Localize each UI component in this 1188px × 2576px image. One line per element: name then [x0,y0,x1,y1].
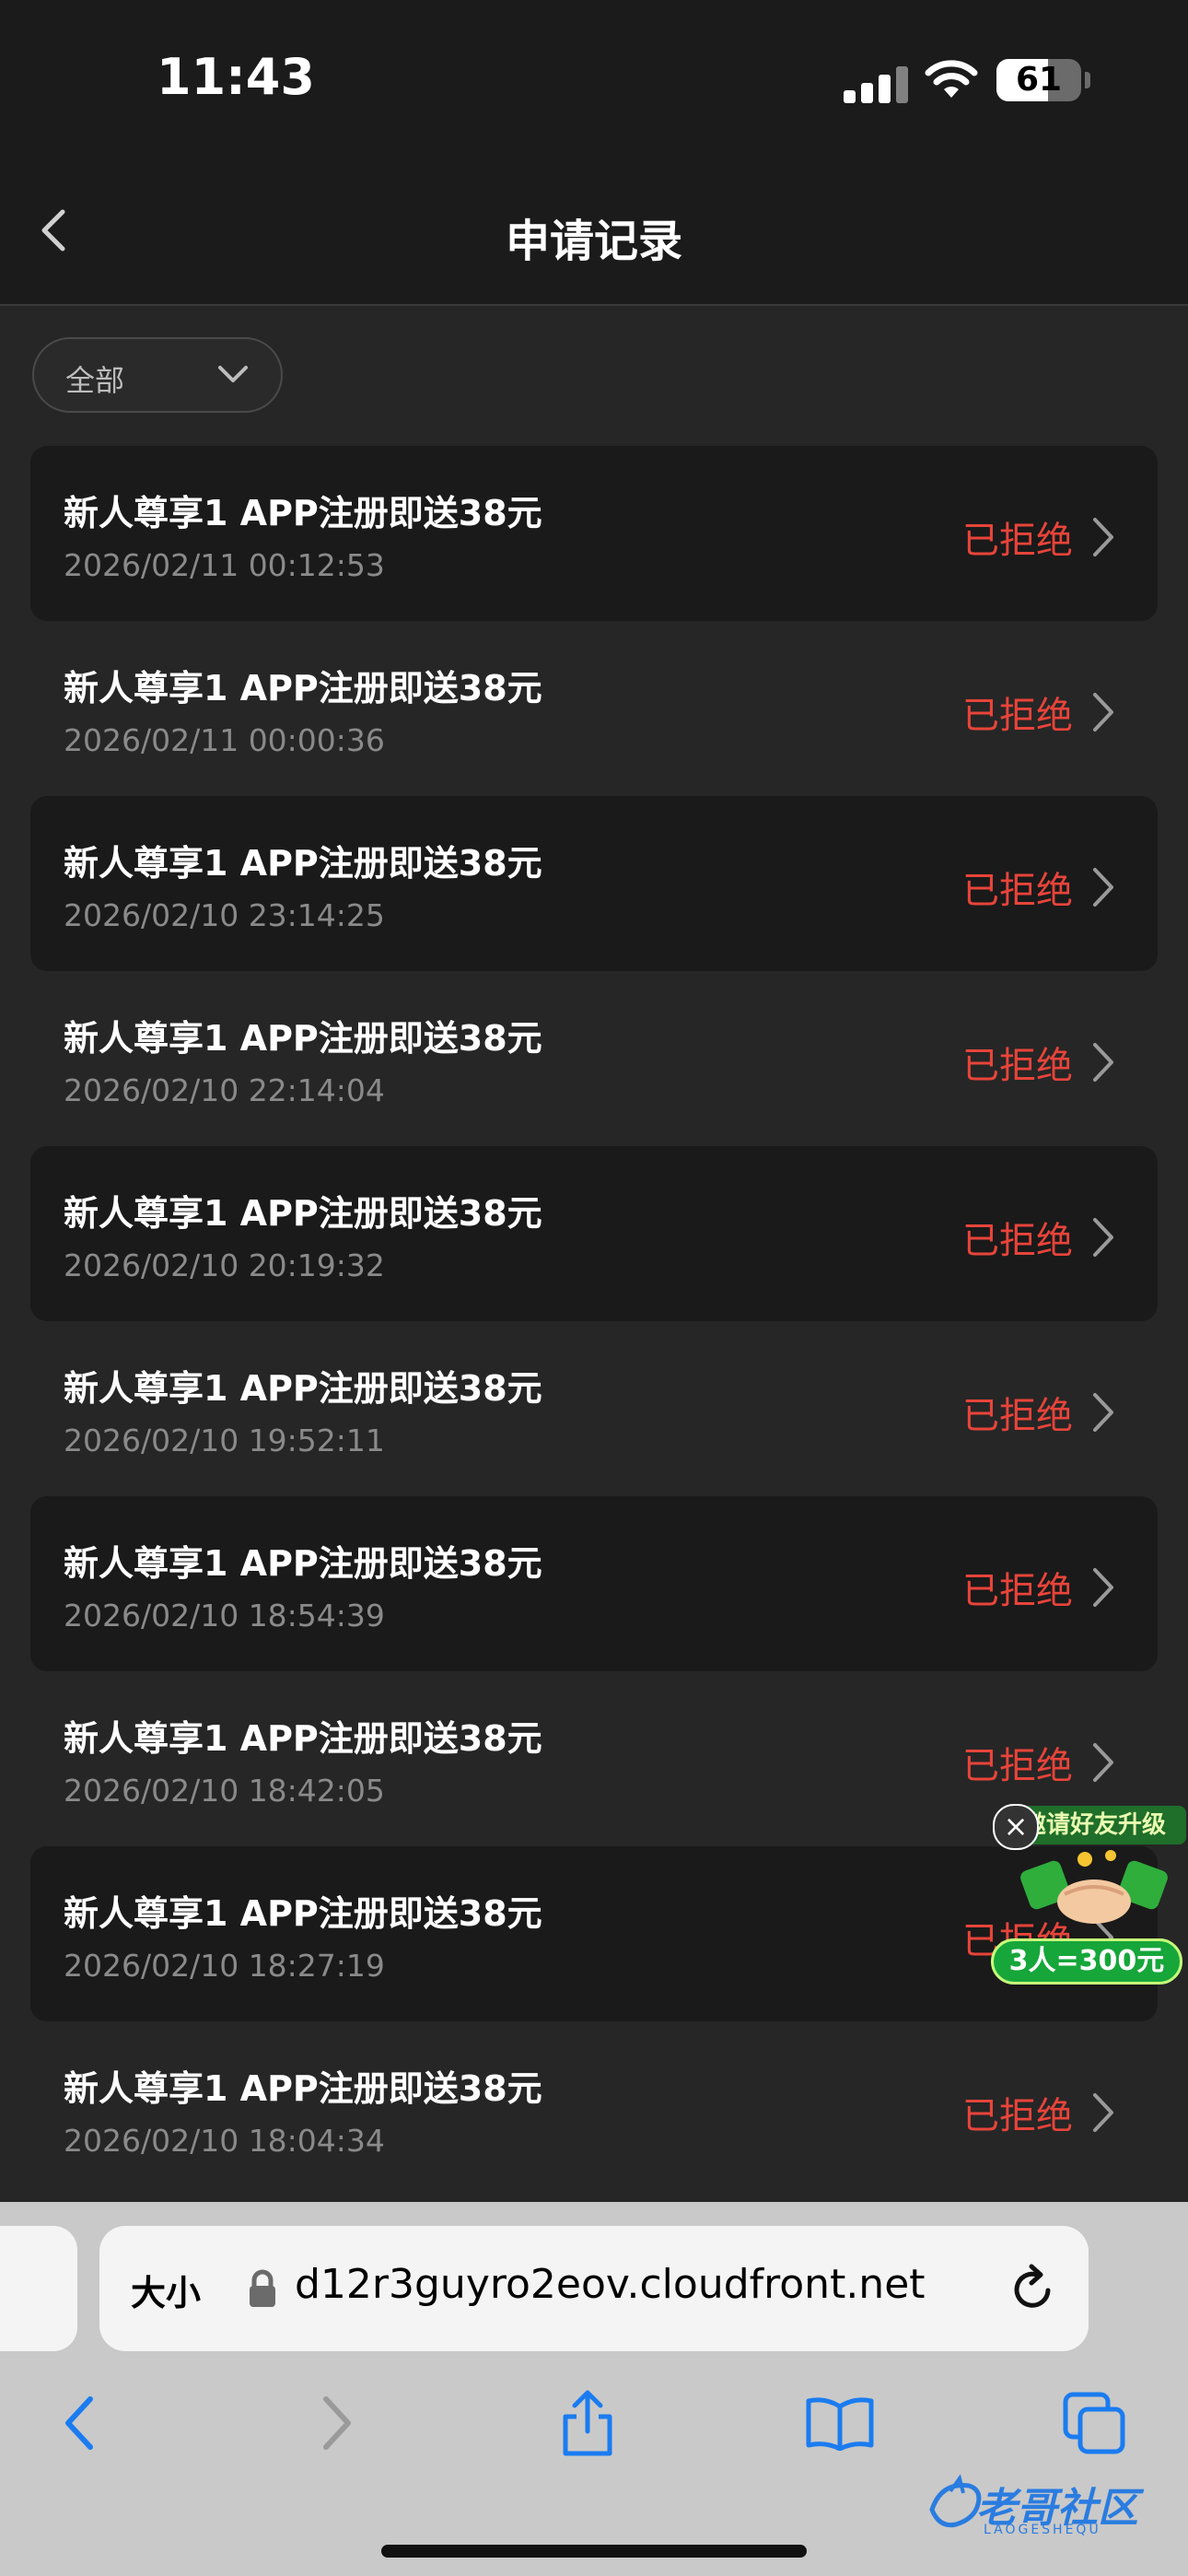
chevron-right-icon [1093,1743,1113,1782]
address-bar[interactable]: 大小 d12r3guyro2eov.cloudfront.net [99,2226,1089,2351]
chevron-right-icon [1093,868,1113,907]
record-status: 已拒绝 [962,2095,1073,2137]
handshake-icon [1020,1850,1168,1924]
page-title: 申请记录 [505,216,682,267]
battery-tip [1085,72,1090,88]
wifi-icon [925,60,978,98]
record-row[interactable]: 新人尊享1 APP注册即送38元 2026/02/10 18:54:39 已拒绝 [30,1496,1158,1671]
record-title: 新人尊享1 APP注册即送38元 [64,843,542,884]
browser-back-button[interactable] [42,2386,116,2460]
record-title: 新人尊享1 APP注册即送38元 [64,1893,542,1934]
record-title: 新人尊享1 APP注册即送38元 [64,1543,542,1584]
tabs-button[interactable] [1057,2386,1131,2460]
filter-dropdown[interactable]: 全部 [32,337,283,413]
record-row[interactable]: 新人尊享1 APP注册即送38元 2026/02/10 19:52:11 已拒绝 [30,1321,1158,1496]
record-date: 2026/02/11 00:00:36 [64,722,385,758]
reload-icon[interactable] [1009,2263,1057,2314]
record-row[interactable]: 新人尊享1 APP注册即送38元 2026/02/11 00:12:53 已拒绝 [30,446,1158,621]
record-date: 2026/02/10 18:42:05 [64,1773,385,1809]
invite-promo-widget[interactable]: 邀请好友升级 × 3人=300元 [984,1797,1188,1990]
record-date: 2026/02/11 00:12:53 [64,547,385,583]
record-date: 2026/02/10 19:52:11 [64,1423,385,1458]
record-row[interactable]: 新人尊享1 APP注册即送38元 2026/02/10 20:19:32 已拒绝 [30,1146,1158,1321]
promo-offer: 3人=300元 [991,1938,1182,1985]
record-date: 2026/02/10 20:19:32 [64,1247,385,1283]
record-status: 已拒绝 [962,1220,1073,1262]
record-title: 新人尊享1 APP注册即送38元 [64,1368,542,1409]
record-title: 新人尊享1 APP注册即送38元 [64,493,542,533]
record-title: 新人尊享1 APP注册即送38元 [64,1018,542,1059]
record-status: 已拒绝 [962,1395,1073,1437]
book-icon [806,2397,874,2451]
chevron-right-icon [1093,2093,1113,2132]
chevron-right-icon [1093,1218,1113,1257]
chevron-right-icon [1093,518,1113,556]
browser-forward-button[interactable] [300,2386,374,2460]
record-status: 已拒绝 [962,695,1073,737]
status-time: 11:43 [157,48,315,106]
url-text: d12r3guyro2eov.cloudfront.net [295,2261,926,2308]
record-date: 2026/02/10 18:27:19 [64,1948,385,1984]
share-icon [563,2390,612,2456]
record-title: 新人尊享1 APP注册即送38元 [64,2068,542,2109]
battery-percent: 61 [1015,61,1063,99]
status-bar: 11:43 61 [0,0,1188,157]
chevron-right-icon [1093,1393,1113,1432]
filter-label: 全部 [65,363,125,398]
lock-icon [250,2269,275,2307]
watermark-sub: LAOGESHEQU [984,2523,1101,2537]
chevron-left-icon [65,2396,93,2450]
record-date: 2026/02/10 18:04:34 [64,2123,385,2159]
battery-icon: 61 [996,59,1081,101]
record-date: 2026/02/10 22:14:04 [64,1072,385,1108]
chevron-right-icon [1093,1568,1113,1607]
record-title: 新人尊享1 APP注册即送38元 [64,668,542,708]
chevron-down-icon [218,366,248,382]
record-status: 已拒绝 [962,1570,1073,1612]
record-status: 已拒绝 [962,520,1073,562]
record-title: 新人尊享1 APP注册即送38元 [64,1718,542,1759]
record-row[interactable]: 新人尊享1 APP注册即送38元 2026/02/11 00:00:36 已拒绝 [30,621,1158,796]
close-icon[interactable]: × [993,1804,1039,1850]
bookmarks-button[interactable] [803,2386,877,2460]
text-size-button[interactable]: 大小 [131,2265,201,2315]
record-status: 已拒绝 [962,870,1073,912]
record-status: 已拒绝 [962,1045,1073,1087]
record-date: 2026/02/10 18:54:39 [64,1598,385,1633]
tabs-icon [1063,2392,1125,2454]
record-title: 新人尊享1 APP注册即送38元 [64,1193,542,1234]
chevron-right-icon [1093,693,1113,732]
cellular-signal-icon [844,66,910,103]
chevron-right-icon [1093,1043,1113,1082]
record-row[interactable]: 新人尊享1 APP注册即送38元 2026/02/10 23:14:25 已拒绝 [30,796,1158,971]
record-row[interactable]: 新人尊享1 APP注册即送38元 2026/02/10 18:04:34 已拒绝 [30,2021,1158,2196]
record-date: 2026/02/10 23:14:25 [64,897,385,933]
nav-header: 申请记录 [0,157,1188,306]
record-row[interactable]: 新人尊享1 APP注册即送38元 2026/02/10 22:14:04 已拒绝 [30,971,1158,1146]
home-indicator [381,2545,807,2558]
watermark-logo: 老哥社区 LAOGESHEQU [923,2469,1188,2543]
share-button[interactable] [551,2386,624,2460]
previous-tab-peek[interactable] [0,2226,77,2351]
chevron-right-icon [323,2396,351,2450]
record-status: 已拒绝 [962,1745,1073,1787]
